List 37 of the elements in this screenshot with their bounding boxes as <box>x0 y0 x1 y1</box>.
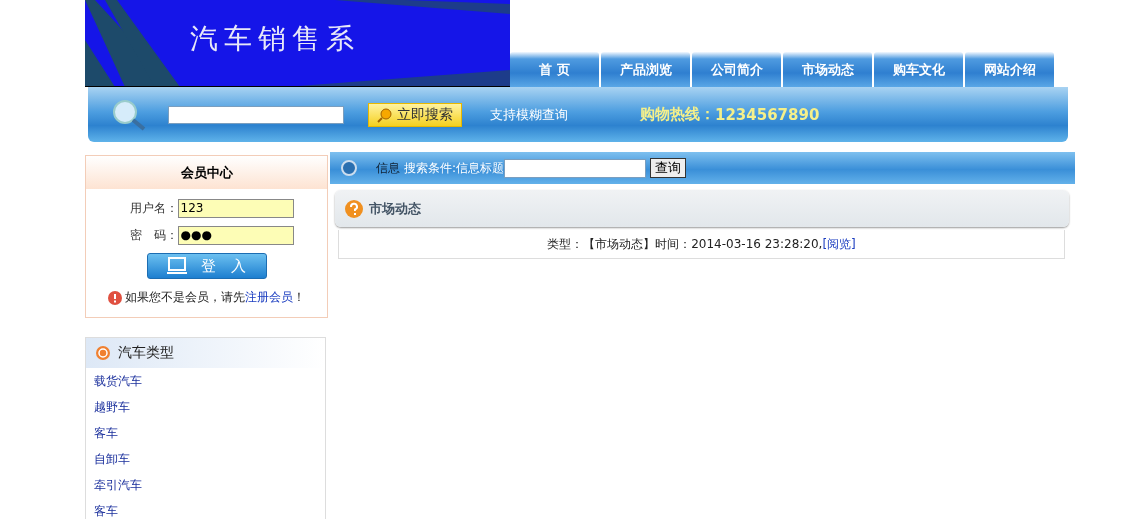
warning-icon <box>108 290 122 305</box>
category-link[interactable]: 自卸车 <box>86 446 325 472</box>
register-link[interactable]: 注册会员 <box>245 290 293 304</box>
nav-tab[interactable]: 网站介绍 <box>965 52 1054 87</box>
field-label: 密 码： <box>129 227 178 244</box>
search-button[interactable]: 立即搜索 <box>368 102 462 127</box>
nav-tab[interactable]: 产品浏览 <box>601 52 690 87</box>
hotline-label: 购物热线： <box>640 105 715 124</box>
section-title: 市场动态 <box>369 199 421 218</box>
search-field[interactable] <box>504 158 647 178</box>
category-link[interactable]: 越野车 <box>86 394 325 420</box>
category-link[interactable]: 客车 <box>86 498 325 519</box>
nav-tab[interactable]: 首 页 <box>510 52 599 87</box>
read-link[interactable]: [阅览] <box>822 236 856 251</box>
nav-tab[interactable]: 公司简介 <box>692 52 781 87</box>
panel-title: 汽车类型 <box>118 344 174 362</box>
info-label: 信息 <box>376 159 400 177</box>
category-link[interactable]: 载货汽车 <box>86 368 325 394</box>
category-link[interactable]: 牵引汽车 <box>86 472 325 498</box>
register-notice: 如果您不是会员，请先注册会员！ <box>125 289 305 306</box>
category-link[interactable]: 客车 <box>86 420 325 446</box>
nav-tab[interactable]: 市场动态 <box>783 52 872 87</box>
search-field[interactable] <box>168 105 344 124</box>
panel-title: 会员中心 <box>86 156 327 189</box>
monitor-icon <box>167 257 187 275</box>
password-field[interactable]: ●●● <box>177 226 294 245</box>
username-field[interactable]: 123 <box>177 199 294 218</box>
search-condition: 搜索条件:信息标题 <box>404 159 505 177</box>
news-entry: 类型：【市场动态】时间：2014-03-16 23:28:20,[阅览] <box>547 235 856 253</box>
category-icon <box>96 346 110 360</box>
field-label: 用户名： <box>129 200 178 217</box>
query-button[interactable]: 查询 <box>650 158 687 178</box>
hotline-number: 1234567890 <box>715 105 820 124</box>
nav-tab[interactable]: 购车文化 <box>874 52 963 87</box>
banner-title: 汽车销售系 <box>190 21 360 57</box>
help-icon <box>345 199 363 218</box>
search-hint: 支持模糊查询 <box>490 105 568 124</box>
